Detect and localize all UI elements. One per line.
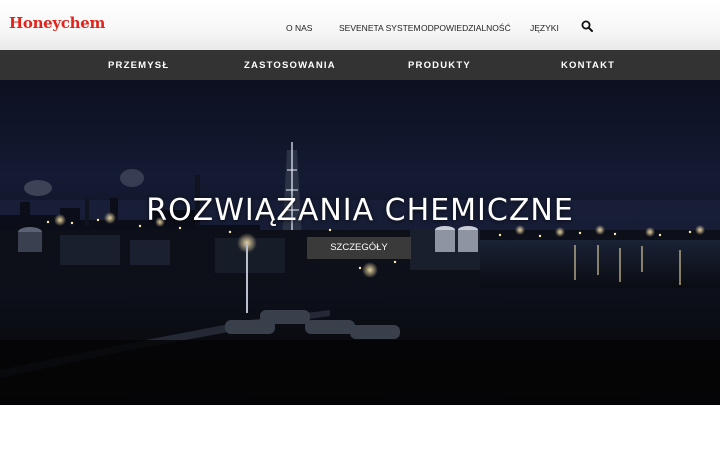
top-nav-jezyki[interactable]: JĘZYKI xyxy=(530,23,559,33)
nav-item-zastosowania[interactable]: ZASTOSOWANIA xyxy=(244,60,336,71)
hero-banner: ROZWIĄZANIA CHEMICZNE SZCZEGÓŁY xyxy=(0,80,720,405)
nav-item-produkty[interactable]: PRODUKTY xyxy=(408,60,471,71)
main-nav: PRZEMYSŁ ZASTOSOWANIA PRODUKTY KONTAKT xyxy=(0,50,720,80)
top-nav-seveneta-system[interactable]: SEVENETA SYSTEM xyxy=(339,23,421,33)
nav-item-kontakt[interactable]: KONTAKT xyxy=(561,60,615,71)
details-button[interactable]: SZCZEGÓŁY xyxy=(307,237,411,259)
top-nav-o-nas[interactable]: O NAS xyxy=(286,23,312,33)
hero-title: ROZWIĄZANIA CHEMICZNE xyxy=(146,193,574,228)
search-icon[interactable] xyxy=(581,20,593,32)
nav-item-przemysl[interactable]: PRZEMYSŁ xyxy=(108,60,169,71)
top-nav-odpowiedzialnosc[interactable]: ODPOWIEDZIALNOŚĆ xyxy=(421,23,511,33)
top-header: Honeychem O NAS SEVENETA SYSTEM ODPOWIED… xyxy=(0,0,720,50)
logo[interactable]: Honeychem xyxy=(9,14,105,32)
content-area xyxy=(0,405,720,450)
